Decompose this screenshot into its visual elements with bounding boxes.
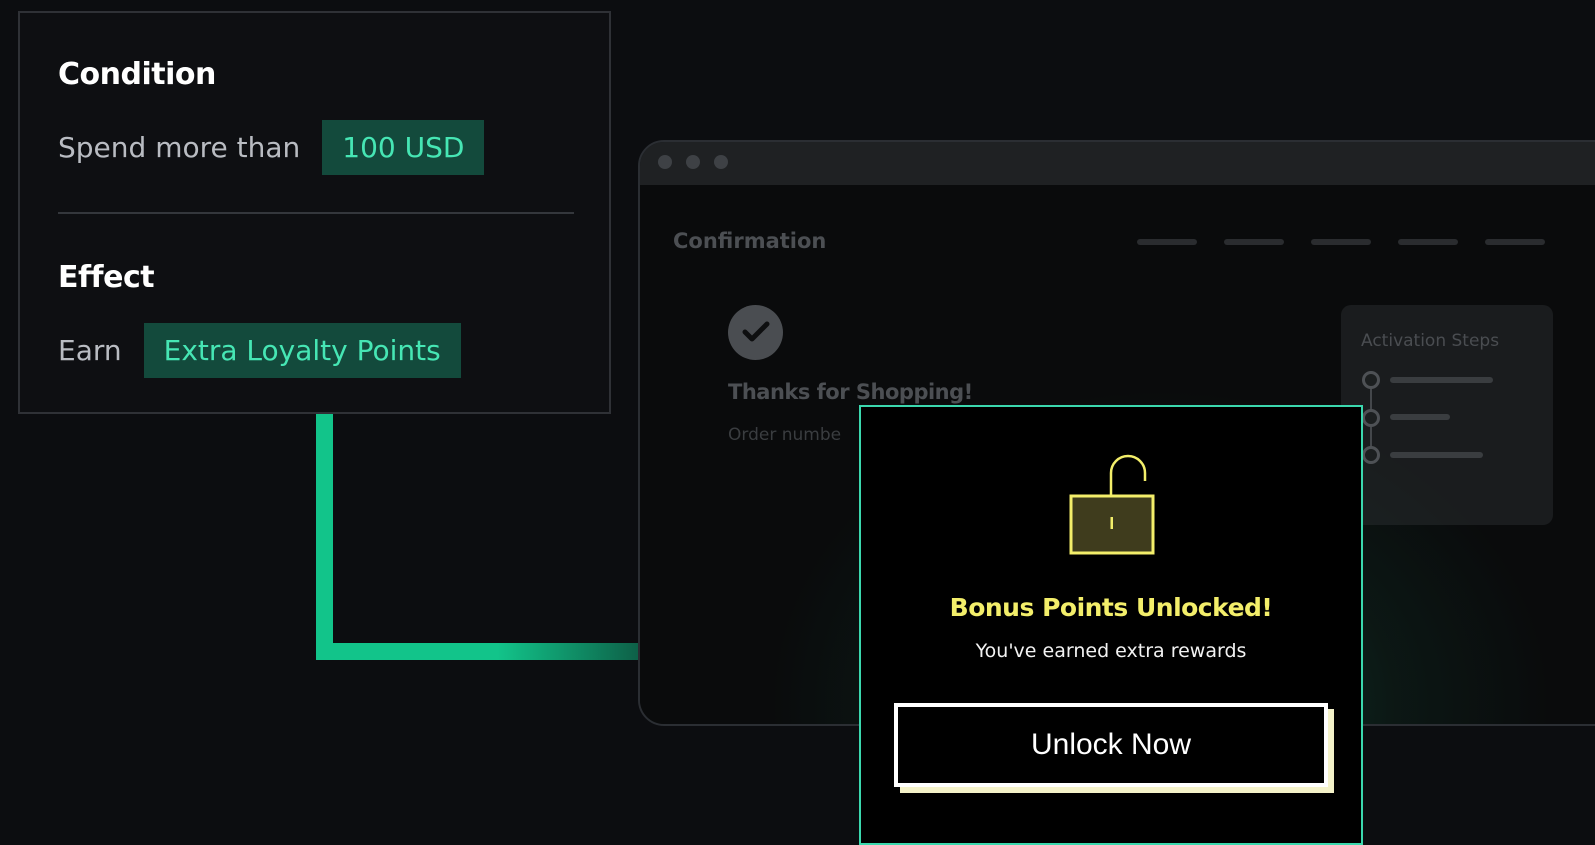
unlocked-padlock-icon (1069, 451, 1155, 564)
nav-placeholder (1137, 239, 1197, 245)
activation-steps-panel: Activation Steps (1341, 305, 1553, 525)
order-number-label: Order numbe (728, 425, 842, 445)
nav-placeholder (1485, 239, 1545, 245)
effect-row: Earn Extra Loyalty Points (58, 323, 461, 378)
browser-title-bar (640, 142, 1595, 185)
bonus-unlocked-modal: Bonus Points Unlocked! You've earned ext… (859, 405, 1363, 845)
window-dot-icon (658, 155, 672, 169)
rule-divider (58, 212, 574, 214)
window-dot-icon (714, 155, 728, 169)
step-circle-icon (1362, 371, 1380, 389)
nav-placeholder (1398, 239, 1458, 245)
unlock-now-button[interactable]: Unlock Now (894, 703, 1328, 787)
check-icon (728, 305, 783, 360)
rule-card: Condition Spend more than 100 USD Effect… (18, 11, 611, 414)
condition-heading: Condition (58, 57, 216, 92)
step-circle-icon (1362, 409, 1380, 427)
page-title: Confirmation (673, 229, 827, 253)
nav-placeholder (1311, 239, 1371, 245)
steps-title: Activation Steps (1361, 331, 1500, 351)
step-circle-icon (1362, 446, 1380, 464)
nav-placeholder (1224, 239, 1284, 245)
step-placeholder (1390, 452, 1483, 458)
connector-line-horizontal (316, 643, 646, 660)
effect-text: Earn (58, 334, 122, 367)
step-placeholder (1390, 414, 1450, 420)
thanks-message: Thanks for Shopping! (728, 380, 973, 404)
condition-row: Spend more than 100 USD (58, 120, 485, 175)
modal-title: Bonus Points Unlocked! (949, 593, 1273, 622)
condition-text: Spend more than (58, 131, 301, 164)
condition-value-chip[interactable]: 100 USD (322, 120, 485, 175)
window-dot-icon (686, 155, 700, 169)
effect-heading: Effect (58, 260, 155, 295)
modal-subtitle: You've earned extra rewards (975, 640, 1247, 662)
effect-value-chip[interactable]: Extra Loyalty Points (143, 323, 461, 378)
step-placeholder (1390, 377, 1493, 383)
connector-line-vertical (316, 414, 333, 660)
